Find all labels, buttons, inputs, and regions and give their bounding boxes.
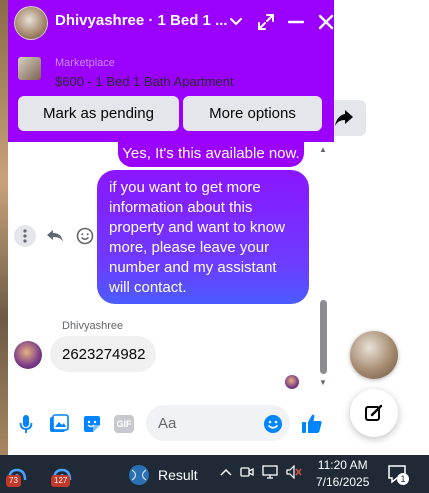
taskbar-badge: 73 <box>6 475 21 487</box>
new-message-button[interactable] <box>350 389 398 437</box>
windows-taskbar: 73 127 Result 11:20 AM 7/16/2025 1 <box>0 455 429 493</box>
header-controls <box>224 10 334 34</box>
clock-date: 7/16/2025 <box>316 475 370 489</box>
minimize-icon <box>288 20 304 24</box>
compose-icon <box>365 404 383 421</box>
outgoing-message[interactable]: if you want to get more information abou… <box>97 170 309 304</box>
gif-label: GIF <box>116 419 132 429</box>
widget-label: Result <box>158 467 198 483</box>
gif-button[interactable]: GIF <box>112 412 136 436</box>
expand-icon <box>258 14 274 30</box>
message-composer: GIF Aa <box>8 400 334 448</box>
sticker-button[interactable] <box>80 412 104 436</box>
seen-indicator-avatar <box>285 375 299 389</box>
close-button[interactable] <box>314 10 334 34</box>
react-button[interactable] <box>74 225 96 247</box>
share-icon <box>335 110 353 126</box>
emoji-icon <box>76 227 94 245</box>
incoming-message[interactable]: 2623274982 <box>50 336 156 372</box>
emoji-icon <box>264 415 282 433</box>
scroll-down-arrow[interactable]: ▼ <box>319 379 327 387</box>
attach-photo-button[interactable] <box>47 412 71 436</box>
chevron-down-icon <box>230 18 242 26</box>
send-like-button[interactable] <box>300 412 324 436</box>
taskbar-widget[interactable]: Result <box>128 464 198 486</box>
image-icon <box>50 414 69 432</box>
emoji-picker-button[interactable] <box>261 412 285 436</box>
notification-count: 1 <box>397 473 409 485</box>
mark-as-pending-button[interactable]: Mark as pending <box>18 96 179 131</box>
video-icon[interactable] <box>240 465 254 479</box>
clock-time: 11:20 AM <box>317 458 368 472</box>
message-actions <box>14 225 96 247</box>
microphone-icon <box>19 415 33 433</box>
cricket-ball-icon <box>129 465 149 485</box>
sender-avatar[interactable] <box>14 341 42 369</box>
chat-head-avatar[interactable] <box>350 331 398 379</box>
background-page-strip <box>0 0 8 455</box>
more-actions-button[interactable] <box>14 225 36 247</box>
chevron-up-icon[interactable] <box>220 468 232 476</box>
notification-center-button[interactable]: 1 <box>386 463 409 485</box>
close-icon <box>318 14 334 30</box>
reply-icon <box>47 230 63 242</box>
chat-header: Dhivyashree · 1 Bed 1 ... Marketplace $6… <box>8 0 334 142</box>
gif-icon: GIF <box>114 415 134 433</box>
outgoing-message[interactable]: Yes, It's this available now. <box>118 141 304 167</box>
chat-window: Dhivyashree · 1 Bed 1 ... Marketplace $6… <box>8 0 334 455</box>
taskbar-badge: 127 <box>51 475 71 487</box>
monitor-icon[interactable] <box>262 465 278 479</box>
chat-options-button[interactable] <box>224 10 248 34</box>
background-page-panel <box>334 0 429 455</box>
contact-avatar[interactable] <box>14 6 48 40</box>
reply-button[interactable] <box>44 225 66 247</box>
voice-clip-button[interactable] <box>14 412 38 436</box>
sticker-icon <box>84 416 100 432</box>
sender-name: Dhivyashree <box>62 320 124 332</box>
listing-title[interactable]: $600 - 1 Bed 1 Bath Apartment <box>55 74 234 89</box>
system-tray <box>220 465 302 479</box>
marketplace-label: Marketplace <box>55 57 115 69</box>
more-vertical-icon <box>23 229 27 243</box>
expand-button[interactable] <box>254 10 278 34</box>
listing-thumbnail[interactable] <box>18 57 41 80</box>
scroll-up-arrow[interactable]: ▲ <box>319 146 327 154</box>
scrollbar-thumb[interactable] <box>320 300 327 374</box>
chat-title[interactable]: Dhivyashree · 1 Bed 1 ... <box>55 12 228 29</box>
like-icon <box>302 414 322 433</box>
taskbar-clock[interactable]: 11:20 AM 7/16/2025 <box>316 457 369 491</box>
more-options-button[interactable]: More options <box>183 96 322 131</box>
mute-icon[interactable] <box>286 465 302 479</box>
minimize-button[interactable] <box>284 10 308 34</box>
